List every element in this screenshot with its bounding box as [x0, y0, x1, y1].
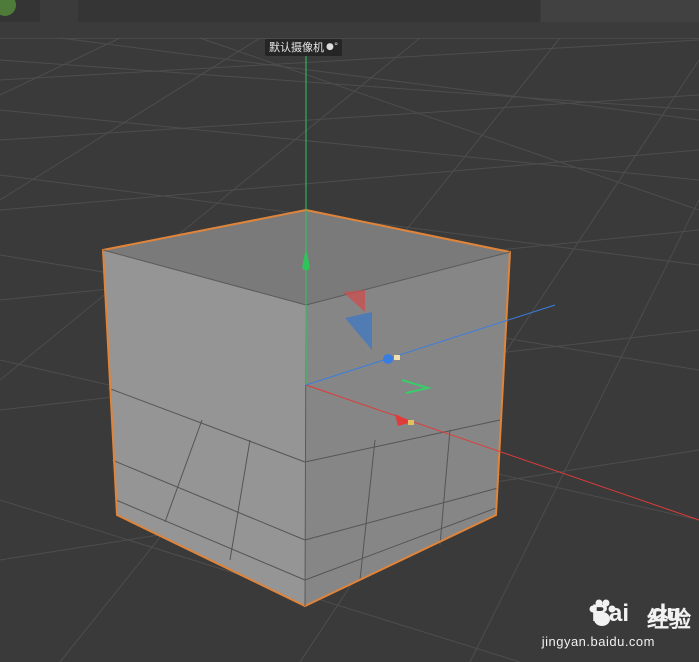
- watermark-url: jingyan.baidu.com: [541, 634, 655, 649]
- grid-line: [0, 109, 699, 181]
- camera-label[interactable]: 默认摄像机 ●°: [265, 39, 343, 56]
- grid-line: [59, 37, 699, 121]
- cube-right-face[interactable]: [305, 252, 510, 606]
- grid-line: [0, 37, 121, 96]
- camera-icon: ●°: [326, 42, 339, 52]
- y-axis-handle-base: [303, 262, 309, 270]
- grid-line: [0, 149, 699, 211]
- camera-label-text: 默认摄像机: [269, 41, 324, 54]
- z-axis-handle[interactable]: [383, 354, 393, 364]
- z-axis-handle-tip: [394, 355, 400, 360]
- x-axis-handle-tip: [408, 420, 414, 425]
- grid-line: [0, 39, 699, 81]
- grid-line: [0, 59, 699, 111]
- watermark: Bai du 经验 jingyan.baidu.com: [523, 594, 693, 654]
- grid-line: [199, 37, 699, 211]
- watermark-product: 经验: [646, 608, 691, 633]
- 3d-viewport[interactable]: [0, 0, 699, 662]
- cube-left-face[interactable]: [103, 250, 306, 606]
- grid-line: [0, 94, 699, 141]
